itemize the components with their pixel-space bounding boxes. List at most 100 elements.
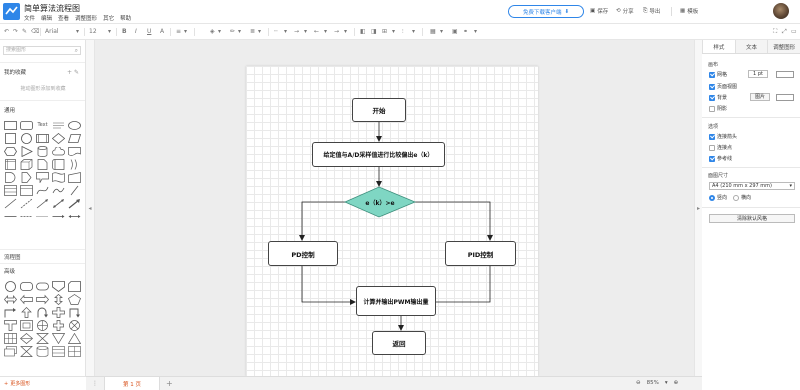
multi-document-shape[interactable] [3,345,18,357]
zoom-out-icon[interactable]: ⊖ [636,380,641,386]
landscape-radio[interactable] [733,194,740,201]
general-section-title[interactable]: 通用 [4,106,15,114]
note-shape[interactable] [51,158,66,170]
grid-checkbox[interactable] [709,71,715,78]
text-shape[interactable]: Text [35,119,50,131]
horizontal-dotted-shape[interactable] [35,210,50,222]
output-pwm-node[interactable]: 计算并输出PWM输出量 [356,286,436,316]
favorites-section-title[interactable]: 我的收藏 [4,68,26,76]
bracket-shape[interactable] [67,184,82,196]
t-shape[interactable] [3,319,18,331]
pentagon-shape[interactable] [67,293,82,305]
link-icon[interactable]: ⚭ [463,28,468,36]
chevron-down-icon[interactable]: ▾ [392,28,395,36]
background-image-button[interactable]: 图片 [750,93,770,101]
panel-toggle-icon[interactable]: ▭ [791,28,797,36]
zoom-in-icon[interactable]: ⊕ [674,380,679,386]
document-shape[interactable] [67,145,82,157]
barcode-shape[interactable] [51,345,66,357]
chevron-down-icon[interactable]: ▾ [108,28,111,36]
compare-node[interactable]: 给定值与A/D采样值进行比较偏出e（k） [312,142,445,167]
image-icon[interactable]: ▣ [452,28,458,36]
chevron-down-icon[interactable]: ▾ [184,28,187,36]
corner-arrow-shape[interactable] [3,306,18,318]
cube-shape[interactable] [19,158,34,170]
rounded-rectangle-shape[interactable] [19,119,34,131]
ellipse-shape[interactable] [67,119,82,131]
add-icon[interactable]: + [67,69,72,76]
portrait-radio[interactable] [709,194,715,201]
page-view-checkbox[interactable] [709,83,715,90]
hourglass-shape[interactable] [19,345,34,357]
bold-icon[interactable]: B [122,28,127,36]
extract-shape[interactable] [67,332,82,344]
line-width-icon[interactable]: ≣ [250,28,255,36]
bent-arrow-shape[interactable] [67,306,82,318]
table-icon[interactable]: ▦ [430,28,436,36]
square-shape[interactable] [3,132,18,144]
connection-arrows-option[interactable]: 连接箭头 [709,133,737,140]
guides-option[interactable]: 参考线 [709,155,732,162]
grid-color-swatch[interactable] [776,71,794,78]
delay-shape[interactable] [19,171,34,183]
circle-shape[interactable] [19,132,34,144]
horizontal-arrow-shape[interactable] [51,210,66,222]
chevron-down-icon[interactable]: ▾ [440,28,443,36]
font-color-icon[interactable]: A [160,28,164,36]
and-gate-shape[interactable] [3,171,18,183]
app-logo-icon[interactable] [3,3,20,20]
edge-decision-to-pid[interactable] [415,201,493,241]
arrange-icon[interactable]: ⊞ [382,28,387,36]
reset-style-button[interactable]: 清除默认风格 [709,214,795,223]
curve-shape[interactable] [35,184,50,196]
font-family-select[interactable]: Arial [45,28,79,36]
menu-arrange[interactable]: 调整图形 [75,14,97,22]
edge-pd-to-output[interactable] [301,266,356,305]
arrow-line-shape[interactable] [35,197,50,209]
menu-view[interactable]: 查看 [58,14,69,22]
template-button[interactable]: ▦ 模板 [680,7,698,15]
cross-arrow-shape[interactable] [51,306,66,318]
wave-shape[interactable] [51,184,66,196]
canvas-area[interactable]: 开始 给定值与A/D采样值进行比较偏出e（k） e（k）>e PD控制 PID控… [95,40,694,376]
arrow-end-icon[interactable]: → [334,28,339,36]
search-icon[interactable]: ⌕ [75,47,78,54]
pid-control-node[interactable]: PID控制 [445,241,516,266]
shadow-checkbox[interactable] [709,105,715,112]
grid-option[interactable]: 网格 [709,71,727,78]
connection-points-option[interactable]: 连接点 [709,144,732,151]
shape-search-input[interactable]: 搜索图形 ⌕ [3,46,81,55]
rounded-box-shape[interactable] [19,280,34,292]
zoom-menu-icon[interactable]: ▾ [665,380,668,386]
step-shape[interactable] [35,158,50,170]
add-page-icon[interactable]: + [166,379,173,388]
menu-file[interactable]: 文件 [24,14,35,22]
collate-shape[interactable] [35,332,50,344]
or-circle-shape[interactable] [35,319,50,331]
tab-style[interactable]: 样式 [702,40,735,53]
tab-arrange[interactable]: 调整图形 [767,40,800,53]
block-arrow-left-shape[interactable] [19,293,34,305]
grid-table-shape[interactable] [3,332,18,344]
start-node[interactable]: 开始 [352,98,406,122]
chevron-down-icon[interactable]: ▾ [324,28,327,36]
edit-icon[interactable]: ✎ [74,69,79,76]
connector-icon[interactable]: → [294,28,299,36]
bring-front-icon[interactable]: ◧ [360,28,366,36]
chevron-down-icon[interactable]: ▾ [304,28,307,36]
line-shape[interactable] [3,197,18,209]
fill-color-icon[interactable]: ◈ [210,28,215,36]
chevron-down-icon[interactable]: ▾ [238,28,241,36]
arc-shape[interactable] [67,158,82,170]
cylinder-shape[interactable] [35,145,50,157]
more-shapes-button[interactable]: + 更多图形 [0,376,86,390]
connection-arrows-checkbox[interactable] [709,133,715,140]
background-option[interactable]: 背景 [709,94,727,101]
background-color-swatch[interactable] [776,94,794,101]
process-shape[interactable] [35,132,50,144]
horizontal-line-shape[interactable] [3,210,18,222]
document-title[interactable]: 简单算法流程图 [24,3,80,14]
advanced-section-title[interactable]: 高级 [4,267,15,275]
internal-storage-shape[interactable] [3,158,18,170]
offpage-shape[interactable] [51,280,66,292]
